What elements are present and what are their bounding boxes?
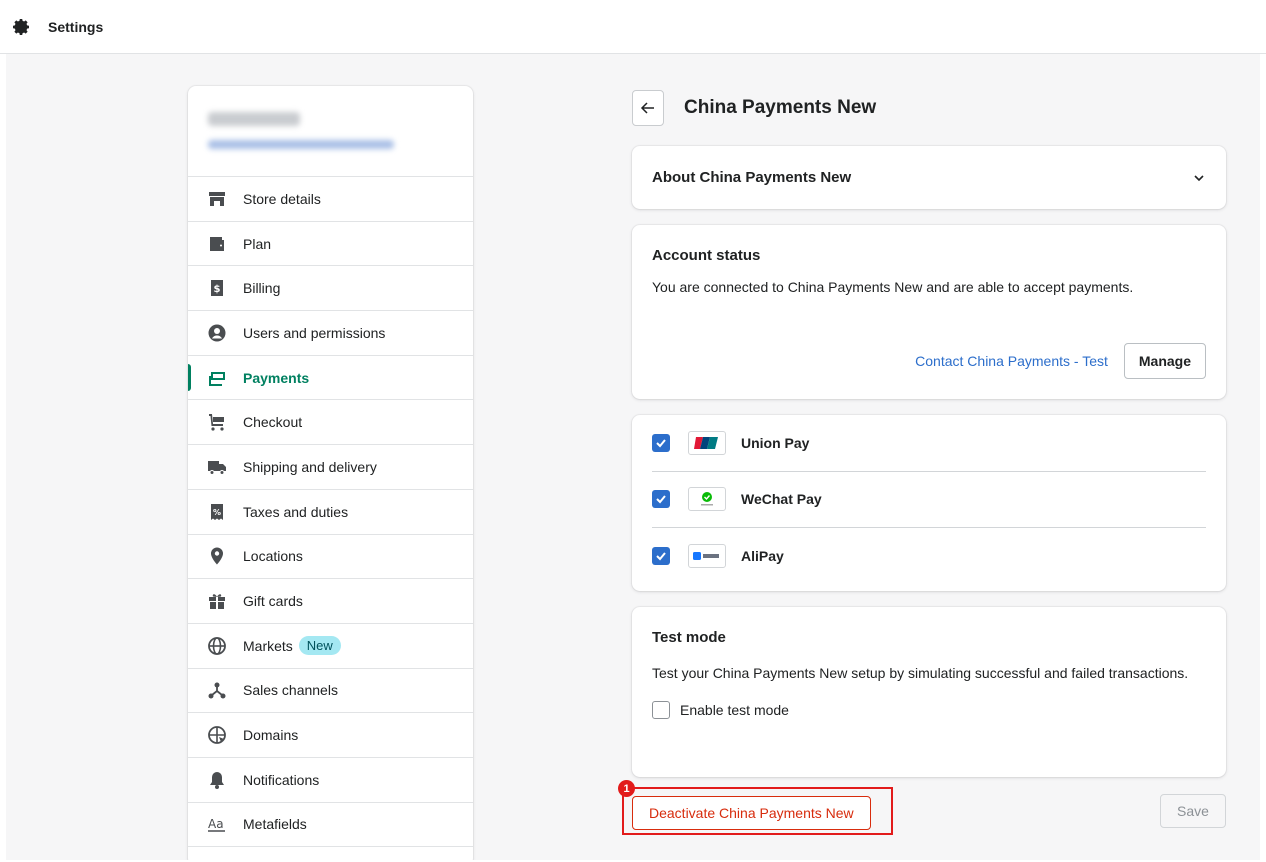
sidebar-item-label: Shipping and delivery xyxy=(243,458,377,475)
sidebar-item-plan[interactable]: Plan xyxy=(188,222,473,267)
payment-methods-card: Union Pay WeChat Pay AliPay xyxy=(632,415,1226,591)
sidebar-item-users[interactable]: Users and permissions xyxy=(188,311,473,356)
sidebar-item-markets[interactable]: Markets New xyxy=(188,624,473,669)
test-mode-card: Test mode Test your China Payments New s… xyxy=(632,607,1226,777)
settings-topbar: Settings xyxy=(0,0,1266,54)
check-icon xyxy=(656,439,666,448)
chevron-down-icon[interactable] xyxy=(1192,171,1206,185)
method-alipay[interactable]: AliPay xyxy=(652,528,1206,585)
method-name: WeChat Pay xyxy=(741,491,822,508)
sidebar-item-label: Users and permissions xyxy=(243,324,386,341)
about-card[interactable]: About China Payments New xyxy=(632,146,1226,209)
sidebar-item-checkout[interactable]: Checkout xyxy=(188,400,473,446)
wallet-icon xyxy=(206,233,228,255)
svg-text:Aa: Aa xyxy=(208,817,224,831)
wechat-pay-logo xyxy=(688,487,726,512)
sidebar-item-label: Billing xyxy=(243,280,281,297)
channels-icon xyxy=(206,679,228,701)
new-badge: New xyxy=(298,636,341,656)
sidebar-item-gift-cards[interactable]: Gift cards xyxy=(188,579,473,624)
checkbox-checked[interactable] xyxy=(652,490,670,509)
svg-text:$: $ xyxy=(214,284,221,295)
gateway-title: China Payments New xyxy=(684,97,877,118)
billing-icon: $ xyxy=(206,277,228,299)
settings-sidebar: Store details Plan $ Billing Users and p… xyxy=(188,86,473,860)
user-icon xyxy=(206,322,228,344)
sidebar-item-label: Store details xyxy=(243,190,321,207)
sidebar-item-label: Notifications xyxy=(243,771,320,788)
payments-icon xyxy=(206,367,228,389)
about-heading: About China Payments New xyxy=(652,169,852,186)
blurred-account-name xyxy=(208,112,300,126)
settings-canvas: Store details Plan $ Billing Users and p… xyxy=(6,54,1260,860)
svg-text:%: % xyxy=(213,508,221,517)
sidebar-item-shipping[interactable]: Shipping and delivery xyxy=(188,445,473,490)
step-marker: 1 xyxy=(618,780,635,797)
checkbox-unchecked[interactable] xyxy=(652,701,670,719)
highlight-box: 1 Deactivate China Payments New xyxy=(618,780,893,835)
sidebar-item-label: Checkout xyxy=(243,414,303,431)
cart-icon xyxy=(206,411,228,433)
enable-test-mode-label: Enable test mode xyxy=(680,702,789,718)
sidebar-item-label: Payments xyxy=(243,369,310,386)
sidebar-item-payments[interactable]: Payments xyxy=(188,356,473,401)
metafields-icon: Aa xyxy=(206,813,228,835)
gear-icon xyxy=(10,16,32,38)
test-mode-text: Test your China Payments New setup by si… xyxy=(652,665,1189,681)
sidebar-item-billing[interactable]: $ Billing xyxy=(188,266,473,312)
alipay-logo xyxy=(688,544,726,569)
contact-link[interactable]: Contact China Payments - Test xyxy=(915,353,1108,369)
sidebar-item-label: Metafields xyxy=(243,816,307,833)
account-header[interactable] xyxy=(188,86,473,177)
account-status-actions: Contact China Payments - Test Manage xyxy=(915,343,1206,379)
store-icon xyxy=(206,188,228,210)
check-icon xyxy=(656,552,666,561)
sidebar-item-label: Markets xyxy=(243,637,293,654)
sidebar-item-label: Domains xyxy=(243,727,299,744)
enable-test-mode-checkbox[interactable]: Enable test mode xyxy=(652,701,1206,719)
back-button[interactable] xyxy=(632,90,664,126)
arrow-left-icon xyxy=(640,102,654,114)
blurred-account-email xyxy=(208,140,394,149)
sidebar-item-label: Locations xyxy=(243,548,303,565)
deactivate-button[interactable]: Deactivate China Payments New xyxy=(632,796,871,830)
test-mode-heading: Test mode xyxy=(652,629,726,646)
method-union-pay[interactable]: Union Pay xyxy=(652,415,1206,472)
check-icon xyxy=(656,495,666,504)
location-icon xyxy=(206,545,228,567)
manage-button[interactable]: Manage xyxy=(1123,343,1206,379)
sidebar-item-label: Plan xyxy=(243,235,272,252)
account-status-heading: Account status xyxy=(652,247,761,264)
account-status-card: Account status You are connected to Chin… xyxy=(632,225,1226,399)
bell-icon xyxy=(206,769,228,791)
checkbox-checked[interactable] xyxy=(652,433,670,452)
sidebar-item-store-details[interactable]: Store details xyxy=(188,177,473,222)
account-status-text: You are connected to China Payments New … xyxy=(652,279,1134,295)
sidebar-item-label: Gift cards xyxy=(243,593,303,610)
sidebar-item-notifications[interactable]: Notifications xyxy=(188,758,473,803)
page-header: China Payments New xyxy=(632,90,876,126)
union-pay-logo xyxy=(688,430,726,455)
checkbox-checked[interactable] xyxy=(652,547,670,566)
sidebar-item-taxes[interactable]: % Taxes and duties xyxy=(188,490,473,535)
method-wechat-pay[interactable]: WeChat Pay xyxy=(652,472,1206,529)
method-name: Union Pay xyxy=(741,434,810,451)
tax-icon: % xyxy=(206,501,228,523)
sidebar-item-metafields[interactable]: Aa Metafields xyxy=(188,803,473,848)
save-button[interactable]: Save xyxy=(1160,794,1226,828)
gift-icon xyxy=(206,590,228,612)
sidebar-item-label: Taxes and duties xyxy=(243,503,349,520)
page-title: Settings xyxy=(48,18,104,35)
sidebar-item-domains[interactable]: Domains xyxy=(188,713,473,758)
globe-icon xyxy=(206,635,228,657)
sidebar-item-sales-channels[interactable]: Sales channels xyxy=(188,669,473,714)
sidebar-item-label: Sales channels xyxy=(243,682,338,699)
method-name: AliPay xyxy=(741,548,784,565)
sidebar-item-locations[interactable]: Locations xyxy=(188,535,473,580)
truck-icon xyxy=(206,456,228,478)
domains-icon xyxy=(206,724,228,746)
